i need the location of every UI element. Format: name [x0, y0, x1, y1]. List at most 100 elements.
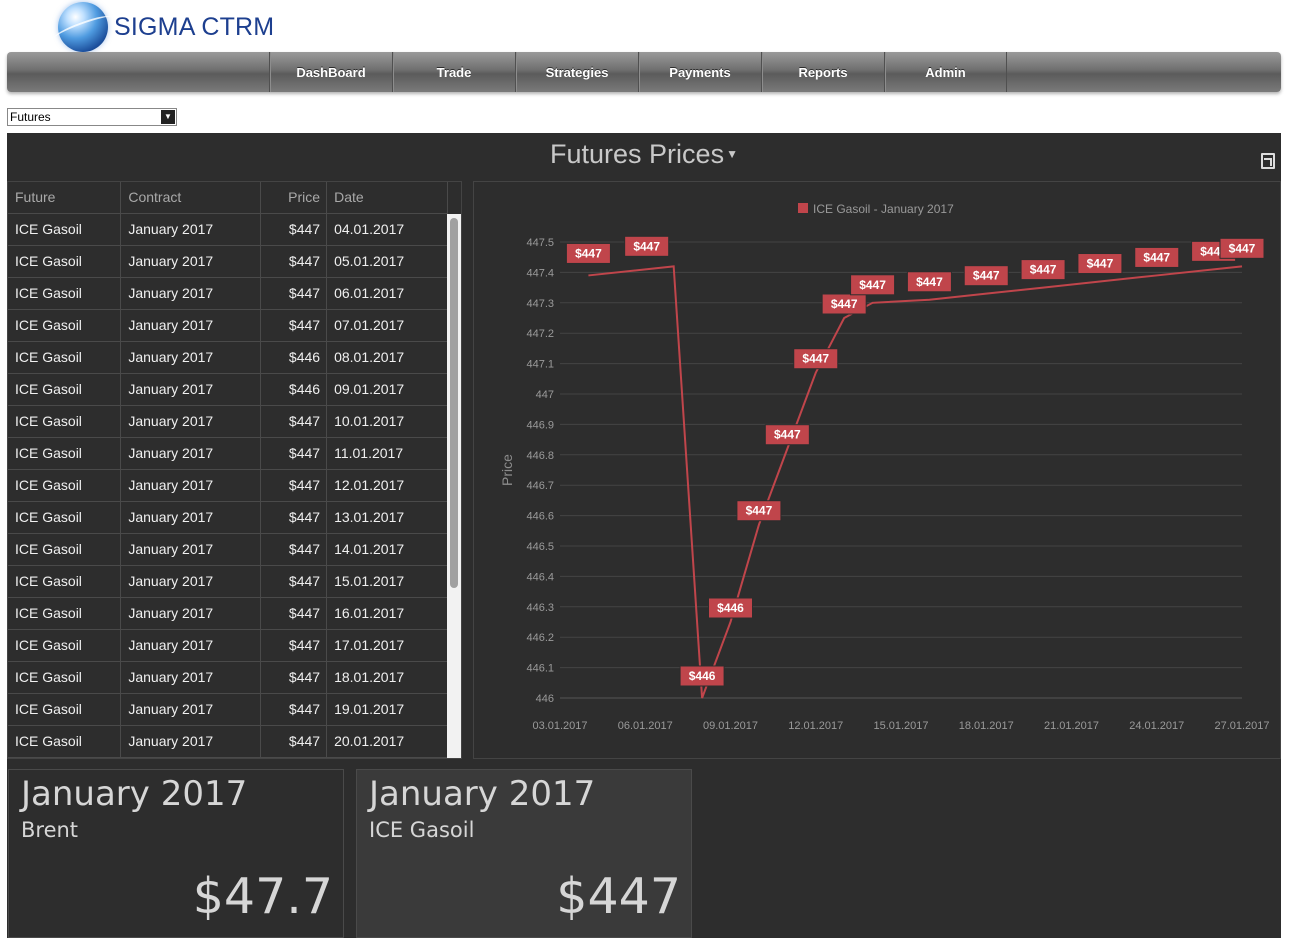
cell-date: 05.01.2017: [326, 245, 448, 278]
col-header-date[interactable]: Date: [326, 182, 448, 214]
cell-price: $447: [260, 405, 328, 438]
table-row[interactable]: ICE Gasoil January 2017 $446 08.01.2017: [8, 341, 448, 374]
nav-trade[interactable]: Trade: [392, 52, 515, 92]
table-row[interactable]: ICE Gasoil January 2017 $447 16.01.2017: [8, 597, 448, 630]
y-tick-label: 447.2: [526, 328, 554, 340]
cell-date: 17.01.2017: [326, 629, 448, 662]
x-tick-label: 24.01.2017: [1129, 720, 1184, 732]
table-row[interactable]: ICE Gasoil January 2017 $447 07.01.2017: [8, 309, 448, 342]
main-navigation: DashBoard Trade Strategies Payments Repo…: [7, 52, 1281, 92]
cell-date: 04.01.2017: [326, 213, 448, 246]
cell-future: ICE Gasoil: [8, 629, 122, 662]
cell-contract: January 2017: [120, 245, 262, 278]
y-tick-label: 446.2: [526, 632, 554, 644]
cell-future: ICE Gasoil: [8, 213, 122, 246]
chevron-down-icon[interactable]: ▼: [161, 110, 175, 124]
nav-admin[interactable]: Admin: [884, 52, 1007, 92]
table-row[interactable]: ICE Gasoil January 2017 $447 13.01.2017: [8, 501, 448, 534]
data-label: $447: [633, 239, 660, 253]
caret-down-icon[interactable]: ▼: [726, 147, 738, 161]
table-row[interactable]: ICE Gasoil January 2017 $447 12.01.2017: [8, 469, 448, 502]
cell-future: ICE Gasoil: [8, 725, 122, 758]
export-icon[interactable]: [1261, 153, 1275, 169]
x-tick-label: 21.01.2017: [1044, 720, 1099, 732]
card-title: January 2017: [369, 774, 596, 814]
cell-future: ICE Gasoil: [8, 309, 122, 342]
table-row[interactable]: ICE Gasoil January 2017 $447 10.01.2017: [8, 405, 448, 438]
cell-contract: January 2017: [120, 725, 262, 758]
cell-price: $447: [260, 661, 328, 694]
card-value: $447: [556, 868, 681, 925]
data-label: $447: [575, 246, 602, 260]
brand-name: SIGMA CTRM: [114, 12, 275, 41]
table-row[interactable]: ICE Gasoil January 2017 $447 15.01.2017: [8, 565, 448, 598]
data-label: $447: [916, 275, 943, 289]
y-tick-label: 447.4: [526, 267, 554, 279]
cell-price: $447: [260, 597, 328, 630]
table-row[interactable]: ICE Gasoil January 2017 $447 05.01.2017: [8, 245, 448, 278]
cell-contract: January 2017: [120, 437, 262, 470]
table-row[interactable]: ICE Gasoil January 2017 $446 09.01.2017: [8, 373, 448, 406]
table-header-row: Future Contract Price Date: [8, 182, 448, 214]
cell-contract: January 2017: [120, 405, 262, 438]
cell-date: 08.01.2017: [326, 341, 448, 374]
cell-price: $447: [260, 437, 328, 470]
price-chart: 447.5 447.4 447.3 447.2 447.1 447 446.9 446.8 44…: [473, 181, 1281, 759]
data-label: $447: [1143, 250, 1170, 264]
cell-future: ICE Gasoil: [8, 565, 122, 598]
y-tick-label: 447.3: [526, 298, 554, 310]
summary-card-ice-gasoil[interactable]: January 2017 ICE Gasoil $447: [356, 769, 692, 938]
table-row[interactable]: ICE Gasoil January 2017 $447 11.01.2017: [8, 437, 448, 470]
y-tick-label: 446.7: [526, 480, 554, 492]
data-label: $447: [859, 278, 886, 292]
cell-contract: January 2017: [120, 309, 262, 342]
table-scrollbar[interactable]: [447, 214, 461, 758]
cell-date: 10.01.2017: [326, 405, 448, 438]
summary-card-brent[interactable]: January 2017 Brent $47.7: [8, 769, 344, 938]
col-header-price[interactable]: Price: [260, 182, 328, 214]
panel-title[interactable]: Futures Prices ▼: [7, 139, 1281, 170]
cell-contract: January 2017: [120, 277, 262, 310]
y-tick-label: 446.5: [526, 541, 554, 553]
table-row[interactable]: ICE Gasoil January 2017 $447 14.01.2017: [8, 533, 448, 566]
cell-contract: January 2017: [120, 501, 262, 534]
cell-contract: January 2017: [120, 341, 262, 374]
data-label: $447: [1229, 241, 1256, 255]
table-row[interactable]: ICE Gasoil January 2017 $447 19.01.2017: [8, 693, 448, 726]
table-row[interactable]: ICE Gasoil January 2017 $447 17.01.2017: [8, 629, 448, 662]
brand-logo[interactable]: SIGMA CTRM: [58, 2, 275, 52]
y-tick-label: 446.8: [526, 450, 554, 462]
table-row[interactable]: ICE Gasoil January 2017 $447 20.01.2017: [8, 725, 448, 758]
cell-future: ICE Gasoil: [8, 277, 122, 310]
cell-future: ICE Gasoil: [8, 597, 122, 630]
nav-dashboard[interactable]: DashBoard: [269, 52, 392, 92]
card-value: $47.7: [192, 868, 333, 925]
cell-contract: January 2017: [120, 693, 262, 726]
cell-date: 15.01.2017: [326, 565, 448, 598]
cell-contract: January 2017: [120, 469, 262, 502]
table-row[interactable]: ICE Gasoil January 2017 $447 18.01.2017: [8, 661, 448, 694]
y-tick-label: 447.5: [526, 237, 554, 249]
cell-future: ICE Gasoil: [8, 661, 122, 694]
cell-contract: January 2017: [120, 565, 262, 598]
y-tick-label: 447.1: [526, 359, 554, 371]
cell-future: ICE Gasoil: [8, 341, 122, 374]
scrollbar-thumb[interactable]: [450, 218, 458, 588]
col-header-contract[interactable]: Contract: [120, 182, 262, 214]
x-tick-label: 27.01.2017: [1214, 720, 1269, 732]
card-subtitle: ICE Gasoil: [369, 818, 475, 842]
dashboard-type-select[interactable]: Futures ▼: [7, 108, 177, 126]
col-header-future[interactable]: Future: [8, 182, 122, 214]
cell-price: $446: [260, 373, 328, 406]
data-label: $447: [774, 428, 801, 442]
cell-contract: January 2017: [120, 629, 262, 662]
table-row[interactable]: ICE Gasoil January 2017 $447 06.01.2017: [8, 277, 448, 310]
y-axis-label: Price: [499, 454, 515, 486]
table-row[interactable]: ICE Gasoil January 2017 $447 04.01.2017: [8, 213, 448, 246]
nav-reports[interactable]: Reports: [761, 52, 884, 92]
nav-payments[interactable]: Payments: [638, 52, 761, 92]
series-line: [588, 265, 1243, 699]
nav-strategies[interactable]: Strategies: [515, 52, 638, 92]
cell-contract: January 2017: [120, 533, 262, 566]
cell-price: $447: [260, 213, 328, 246]
